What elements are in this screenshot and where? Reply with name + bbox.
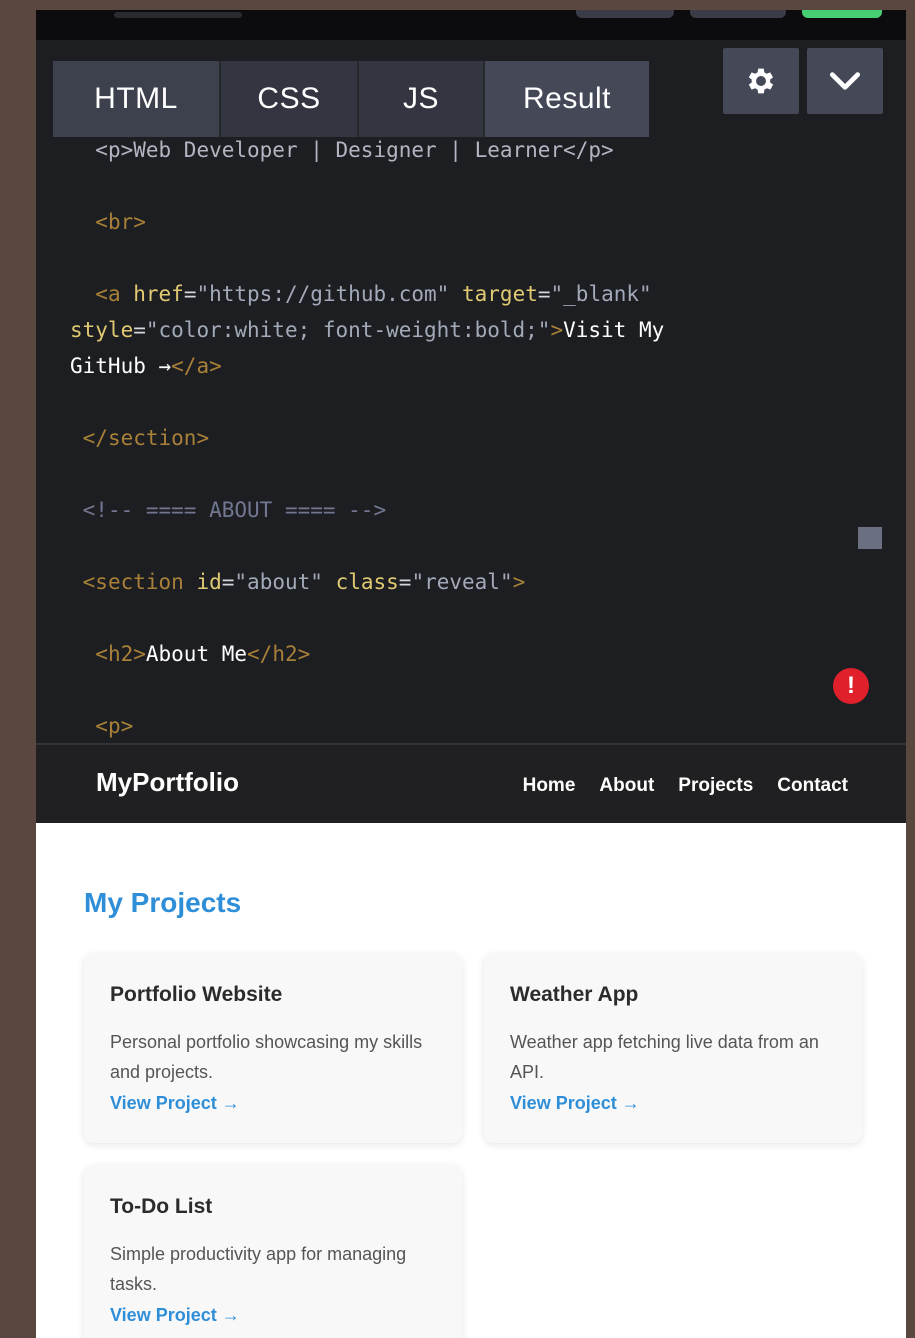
code-text: Visit My: [563, 318, 665, 342]
code-attr: target: [462, 282, 538, 306]
scrollbar-thumb[interactable]: [858, 527, 882, 549]
pen-title-area[interactable]: [114, 12, 242, 18]
code-tag: <a: [95, 282, 134, 306]
code-tag: </a>: [171, 354, 222, 378]
project-card: To-Do List Simple productivity app for m…: [84, 1165, 462, 1338]
code-line: <section id="about" class="reveal">: [82, 570, 526, 594]
top-toolbar: [36, 10, 906, 40]
code-text: GitHub →: [70, 354, 172, 378]
tab-result[interactable]: Result: [485, 61, 649, 137]
code-tag: <section: [82, 570, 197, 594]
section-title: My Projects: [84, 887, 242, 918]
gear-icon: [748, 68, 774, 94]
editor-tabs: HTML CSS JS Result: [53, 61, 649, 137]
site-navbar: MyPortfolio Home About Projects Contact: [36, 743, 906, 825]
code-string: "color:white; font-weight:bold;": [145, 318, 551, 342]
code-line: GitHub →</a>: [70, 348, 850, 384]
code-attr: id: [196, 570, 222, 594]
code-tag: >: [550, 318, 564, 342]
code-text: About Me: [145, 642, 248, 666]
settings-button[interactable]: [723, 48, 799, 114]
view-project-link[interactable]: View Project →: [510, 1093, 640, 1114]
code-tag: >: [512, 570, 526, 594]
code-tag: </section>: [82, 426, 210, 450]
tab-html[interactable]: HTML: [53, 61, 221, 137]
tab-js[interactable]: JS: [359, 61, 485, 137]
code-line: <!-- ==== ABOUT ==== -->: [70, 492, 850, 528]
view-project-link[interactable]: View Project →: [110, 1305, 240, 1326]
project-title: Weather App: [510, 983, 639, 1006]
nav-link-about[interactable]: About: [599, 775, 654, 797]
site-brand[interactable]: MyPortfolio: [96, 767, 239, 798]
tab-css[interactable]: CSS: [221, 61, 359, 137]
code-tag: <p>: [95, 714, 134, 738]
project-title: To-Do List: [110, 1195, 213, 1218]
code-attr: href: [133, 282, 184, 306]
project-description: Simple productivity app for managing tas…: [110, 1244, 407, 1294]
project-card: Weather App Weather app fetching live da…: [484, 953, 862, 1143]
code-string: "https://github.com": [196, 282, 450, 306]
result-preview: My Projects Portfolio Website Personal p…: [36, 823, 906, 1338]
nav-link-projects[interactable]: Projects: [678, 775, 753, 797]
error-badge[interactable]: !: [833, 668, 869, 704]
code-string: "_blank": [550, 282, 652, 306]
toolbar-button-2[interactable]: [690, 10, 786, 18]
code-tag: <h2>: [95, 642, 146, 666]
code-string: "reveal": [411, 570, 513, 594]
code-tag: <br>: [95, 210, 146, 234]
code-content[interactable]: <p>Web Developer | Designer | Learner</p…: [70, 132, 850, 744]
code-line: <p>Web Developer | Designer | Learner</p…: [70, 132, 850, 168]
code-line: <a href="https://github.com" target="_bl…: [95, 282, 652, 306]
code-string: "about": [234, 570, 323, 594]
code-line: <h2>About Me</h2>: [70, 636, 850, 672]
code-tag: </h2>: [247, 642, 311, 666]
code-attr: style: [70, 318, 134, 342]
code-line: style="color:white; font-weight:bold;">V…: [70, 318, 665, 342]
project-card: Portfolio Website Personal portfolio sho…: [84, 953, 462, 1143]
project-description: Personal portfolio showcasing my skills …: [110, 1032, 423, 1082]
code-editor[interactable]: <p>Web Developer | Designer | Learner</p…: [36, 40, 906, 743]
code-text: <p>Web Developer | Designer | Learner</p…: [95, 138, 614, 162]
nav-links: Home About Projects Contact: [523, 775, 848, 797]
code-line: <p>: [70, 708, 850, 744]
toolbar-button-1[interactable]: [576, 10, 674, 18]
project-title: Portfolio Website: [110, 983, 283, 1006]
code-line: <br>: [70, 204, 850, 240]
app-frame: <p>Web Developer | Designer | Learner</p…: [36, 10, 906, 1338]
code-attr: class: [335, 570, 399, 594]
code-comment: <!-- ==== ABOUT ==== -->: [82, 498, 387, 522]
save-button[interactable]: [802, 10, 882, 18]
nav-link-contact[interactable]: Contact: [777, 775, 848, 797]
nav-link-home[interactable]: Home: [523, 775, 576, 797]
code-line: </section>: [70, 420, 850, 456]
chevron-down-icon: [829, 72, 861, 90]
project-description: Weather app fetching live data from an A…: [510, 1032, 819, 1082]
collapse-button[interactable]: [807, 48, 883, 114]
view-project-link[interactable]: View Project →: [110, 1093, 240, 1114]
